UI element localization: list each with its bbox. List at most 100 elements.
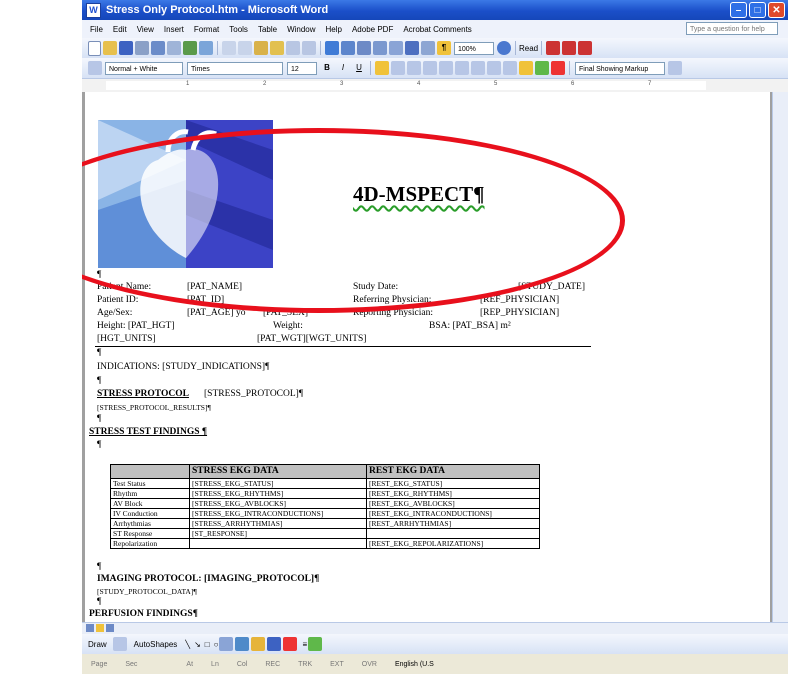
close-button[interactable]: ✕ [768, 2, 785, 18]
align-right-icon[interactable] [407, 61, 421, 75]
table-row: Arrhythmias [STRESS_ARRHYTHMIAS] [REST_ARR… [110, 518, 540, 529]
status-rec[interactable]: REC [265, 661, 280, 668]
oval-icon[interactable]: ○ [214, 640, 219, 649]
show-hide-icon[interactable]: ¶ [437, 41, 451, 55]
document-page[interactable]: 4D-MSPECT¶ ¶ Patient Name: [PAT_NAME] St… [82, 92, 770, 622]
font-color-icon[interactable] [551, 61, 565, 75]
insert-table-icon[interactable] [357, 41, 371, 55]
draw-font-color-icon[interactable] [283, 637, 298, 651]
outline-view-icon[interactable] [106, 624, 114, 632]
columns-icon[interactable] [389, 41, 403, 55]
pdf-review-icon[interactable] [578, 41, 593, 55]
line-spacing-icon[interactable] [439, 61, 453, 75]
print-layout-icon[interactable] [96, 624, 104, 632]
status-language[interactable]: English (U.S [395, 661, 434, 668]
menu-table[interactable]: Table [258, 25, 277, 34]
line-color-icon[interactable] [267, 637, 282, 651]
tables-borders-icon[interactable] [341, 41, 355, 55]
select-objects-icon[interactable] [112, 637, 127, 651]
table-cell: [STRESS_EKG_INTRACONDUCTIONS] [189, 508, 367, 519]
normal-view-icon[interactable] [86, 624, 94, 632]
shadow-icon[interactable] [308, 637, 323, 651]
research-icon[interactable] [199, 41, 213, 55]
menu-tools[interactable]: Tools [229, 25, 248, 34]
menu-file[interactable]: File [90, 25, 103, 34]
table-cell: [STRESS_ARRHYTHMIAS] [189, 518, 367, 529]
justify-icon[interactable] [423, 61, 437, 75]
styles-pane-icon[interactable] [88, 61, 102, 75]
status-ext[interactable]: EXT [330, 661, 344, 668]
read-button[interactable]: Read [519, 44, 538, 53]
horizontal-ruler[interactable]: 1 2 3 4 5 6 7 [82, 79, 788, 93]
markup-select[interactable]: Final Showing Markup [575, 61, 665, 75]
menu-acrobat-comments[interactable]: Acrobat Comments [403, 25, 471, 34]
menu-view[interactable]: View [137, 25, 154, 34]
save-icon[interactable] [119, 41, 133, 55]
paragraph-mark: ¶ [97, 562, 102, 572]
draw-menu[interactable]: Draw [88, 640, 107, 649]
permission-icon[interactable] [135, 41, 149, 55]
menu-edit[interactable]: Edit [113, 25, 127, 34]
line-style-icon[interactable]: ≡ [302, 640, 307, 649]
redo-icon[interactable] [302, 41, 316, 55]
undo-icon[interactable] [286, 41, 300, 55]
line-icon[interactable]: ╲ [185, 640, 190, 649]
status-trk[interactable]: TRK [298, 661, 312, 668]
menu-help[interactable]: Help [326, 25, 342, 34]
menu-adobe-pdf[interactable]: Adobe PDF [352, 25, 393, 34]
drawing-icon[interactable] [405, 41, 419, 55]
vertical-scrollbar[interactable] [772, 92, 788, 622]
minimize-button[interactable]: – [730, 2, 747, 18]
font-size-select[interactable]: 12 [287, 61, 317, 75]
arrow-icon[interactable]: ↘ [194, 640, 201, 649]
imaging-protocol-line: IMAGING PROTOCOL: [IMAGING_PROTOCOL]¶ [97, 574, 320, 584]
drawing-toolbar: Draw AutoShapes ╲ ↘ □ ○ ≡ [82, 634, 788, 654]
bullets-icon[interactable] [471, 61, 485, 75]
rectangle-icon[interactable]: □ [205, 640, 210, 649]
textbox-icon[interactable] [219, 637, 234, 651]
pdf-email-icon[interactable] [562, 41, 577, 55]
align-left-icon[interactable] [375, 61, 389, 75]
table-cell: Arrhythmias [110, 518, 190, 529]
autoshapes-menu[interactable]: AutoShapes [134, 640, 178, 649]
fill-color-icon[interactable] [251, 637, 266, 651]
print-preview-icon[interactable] [167, 41, 181, 55]
spelling-icon[interactable] [183, 41, 197, 55]
help-icon[interactable] [497, 41, 511, 55]
align-center-icon[interactable] [391, 61, 405, 75]
cut-icon[interactable] [222, 41, 236, 55]
table-header-row: STRESS EKG DATA REST EKG DATA [110, 464, 540, 479]
decrease-indent-icon[interactable] [487, 61, 501, 75]
open-folder-icon[interactable] [103, 41, 117, 55]
copy-icon[interactable] [238, 41, 252, 55]
outside-border-icon[interactable] [519, 61, 533, 75]
bold-icon[interactable]: B [320, 61, 334, 75]
status-ovr[interactable]: OVR [362, 661, 377, 668]
format-painter-icon[interactable] [270, 41, 284, 55]
insert-excel-icon[interactable] [373, 41, 387, 55]
numbering-icon[interactable] [455, 61, 469, 75]
underline-icon[interactable]: U [352, 61, 366, 75]
hyperlink-icon[interactable] [325, 41, 339, 55]
new-doc-icon[interactable] [88, 40, 101, 56]
font-select[interactable]: Times [187, 61, 283, 75]
style-select[interactable]: Normal + White [105, 61, 183, 75]
help-search-input[interactable]: Type a question for help [686, 22, 778, 35]
document-area: 4D-MSPECT¶ ¶ Patient Name: [PAT_NAME] St… [82, 92, 772, 622]
menu-format[interactable]: Format [194, 25, 219, 34]
menu-window[interactable]: Window [287, 25, 315, 34]
print-icon[interactable] [151, 41, 165, 55]
maximize-button[interactable]: □ [749, 2, 766, 18]
menu-insert[interactable]: Insert [164, 25, 184, 34]
pdf-convert-icon[interactable] [546, 41, 561, 55]
status-page: Page [91, 660, 108, 668]
table-cell: AV Block [110, 498, 190, 509]
paste-icon[interactable] [254, 41, 268, 55]
highlight-icon[interactable] [535, 61, 549, 75]
wordart-icon[interactable] [235, 637, 250, 651]
show-markup-icon[interactable] [668, 61, 682, 75]
increase-indent-icon[interactable] [503, 61, 517, 75]
italic-icon[interactable]: I [336, 61, 350, 75]
document-map-icon[interactable] [421, 41, 435, 55]
zoom-select[interactable]: 100% [454, 41, 494, 55]
